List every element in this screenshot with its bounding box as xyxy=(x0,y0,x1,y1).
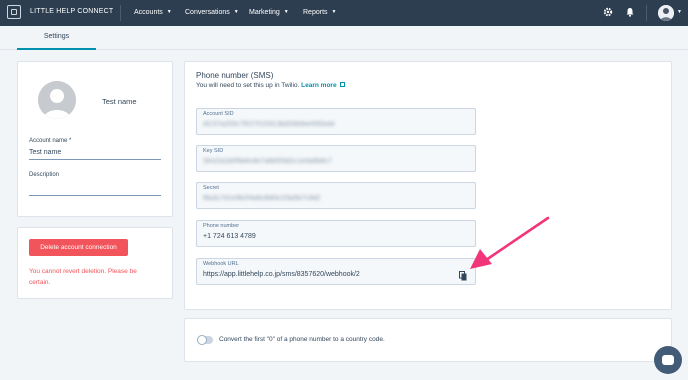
danger-zone-card: Delete account connection You cannot rev… xyxy=(17,227,173,299)
profile-name: Test name xyxy=(102,97,137,106)
key-sid-value: SKe2a1b0f9d4c8e7a6b5f3d2c1e0a9b8c7 xyxy=(203,158,332,165)
chat-icon[interactable] xyxy=(654,346,682,374)
webhook-url-label: Webhook URL xyxy=(203,261,239,267)
chevron-down-icon: ▼ xyxy=(233,9,239,15)
secret-label: Secret xyxy=(203,185,219,191)
nav-item-label: Conversations xyxy=(185,9,230,16)
account-sid-value: AC07a200c7f027015313bd33b9ee935ede xyxy=(203,121,335,128)
sms-section-title: Phone number (SMS) xyxy=(196,71,274,80)
nav-item-marketing[interactable]: Marketing ▼ xyxy=(249,9,289,16)
key-sid-label: Key SID xyxy=(203,148,224,154)
sms-subtitle-text: You will need to set this up in Twilio. xyxy=(196,82,300,89)
secret-value: f8a3c7d1e9b2f4a6c8d0e1f3a5b7c9d2 xyxy=(203,195,321,202)
profile-card: Test name Account name * Test name Descr… xyxy=(17,61,173,217)
avatar[interactable] xyxy=(38,81,76,119)
description-underline xyxy=(29,195,161,196)
tab-bar: Settings xyxy=(0,26,688,50)
delete-account-button[interactable]: Delete account connection xyxy=(29,239,128,256)
chevron-down-icon: ▼ xyxy=(331,9,337,15)
toggle-knob xyxy=(197,335,207,345)
phone-number-label: Phone number xyxy=(203,223,240,229)
key-sid-field[interactable]: Key SID SKe2a1b0f9d4c8e7a6b5f3d2c1e0a9b8… xyxy=(196,145,476,172)
copy-icon[interactable] xyxy=(459,268,467,281)
account-name-field[interactable]: Test name xyxy=(29,149,61,156)
nav-item-label: Reports xyxy=(303,9,328,16)
description-label: Description xyxy=(29,172,60,178)
phone-number-field[interactable]: Phone number +1 724 613 4789 xyxy=(196,220,476,247)
sms-settings-card: Phone number (SMS) You will need to set … xyxy=(184,61,672,310)
account-name-label: Account name * xyxy=(29,138,72,144)
chevron-down-icon[interactable]: ▼ xyxy=(677,9,682,15)
nav-item-conversations[interactable]: Conversations ▼ xyxy=(185,9,239,16)
delete-warning-text: You cannot revert deletion. Please be ce… xyxy=(29,268,137,286)
sms-section-subtitle: You will need to set this up in Twilio. … xyxy=(196,82,345,89)
bell-icon[interactable] xyxy=(625,7,635,20)
logo-icon[interactable] xyxy=(7,5,21,19)
top-nav: LITTLE HELP CONNECT Accounts ▼ Conversati… xyxy=(0,0,688,26)
nav-divider xyxy=(646,5,647,21)
secret-field[interactable]: Secret f8a3c7d1e9b2f4a6c8d0e1f3a5b7c9d2 xyxy=(196,182,476,209)
account-name-underline xyxy=(29,159,161,160)
chevron-down-icon: ▼ xyxy=(283,9,289,15)
chevron-down-icon: ▼ xyxy=(166,9,172,15)
user-avatar[interactable] xyxy=(658,5,674,21)
description-field[interactable] xyxy=(29,183,161,193)
external-link-icon[interactable] xyxy=(339,82,345,87)
nav-item-label: Accounts xyxy=(134,9,163,16)
nav-item-accounts[interactable]: Accounts ▼ xyxy=(134,9,172,16)
brand-name[interactable]: LITTLE HELP CONNECT xyxy=(30,8,113,15)
nav-item-reports[interactable]: Reports ▼ xyxy=(303,9,336,16)
webhook-url-value: https://app.littlehelp.co.jp/sms/8357620… xyxy=(203,271,360,278)
nav-item-label: Marketing xyxy=(249,9,280,16)
nav-divider xyxy=(120,5,121,21)
country-code-toggle-card: Convert the first "0" of a phone number … xyxy=(184,318,672,362)
phone-number-value: +1 724 613 4789 xyxy=(203,233,256,240)
gear-icon[interactable] xyxy=(603,7,613,20)
learn-more-link[interactable]: Learn more xyxy=(301,82,336,89)
country-code-toggle-label: Convert the first "0" of a phone number … xyxy=(219,336,385,343)
country-code-toggle[interactable] xyxy=(197,335,213,345)
account-sid-label: Account SID xyxy=(203,111,234,117)
account-sid-field[interactable]: Account SID AC07a200c7f027015313bd33b9ee… xyxy=(196,108,476,135)
tab-settings[interactable]: Settings xyxy=(17,26,96,50)
webhook-url-field[interactable]: Webhook URL https://app.littlehelp.co.jp… xyxy=(196,258,476,285)
